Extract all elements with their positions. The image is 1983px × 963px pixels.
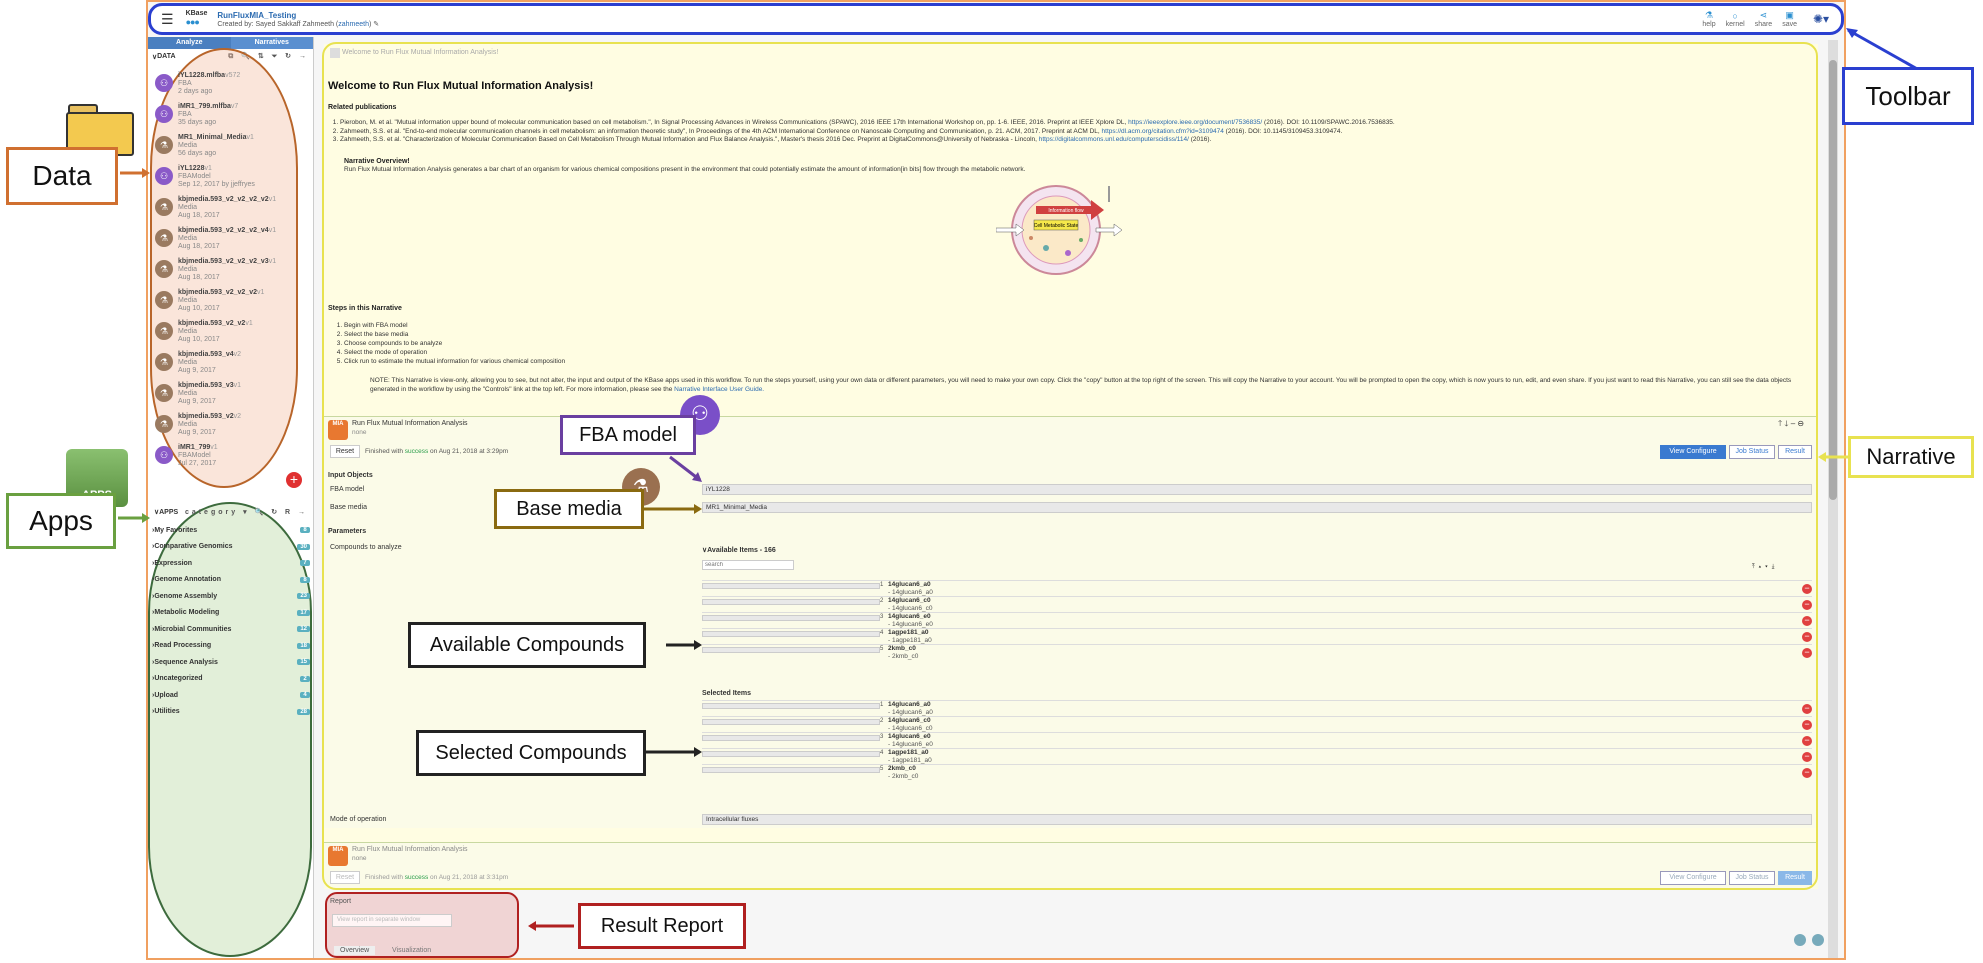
callout-selected-compounds: Selected Compounds (416, 730, 646, 776)
callout-data: Data (6, 147, 118, 205)
callout-result-report: Result Report (578, 903, 746, 949)
callout-base-media: Base media (494, 489, 644, 529)
callout-toolbar: Toolbar (1842, 67, 1974, 125)
callout-narrative: Narrative (1848, 436, 1974, 478)
callout-available-compounds: Available Compounds (408, 622, 646, 668)
annotation-arrows (118, 28, 1943, 931)
callout-apps: Apps (6, 493, 116, 549)
callout-fba-model: FBA model (560, 415, 696, 455)
